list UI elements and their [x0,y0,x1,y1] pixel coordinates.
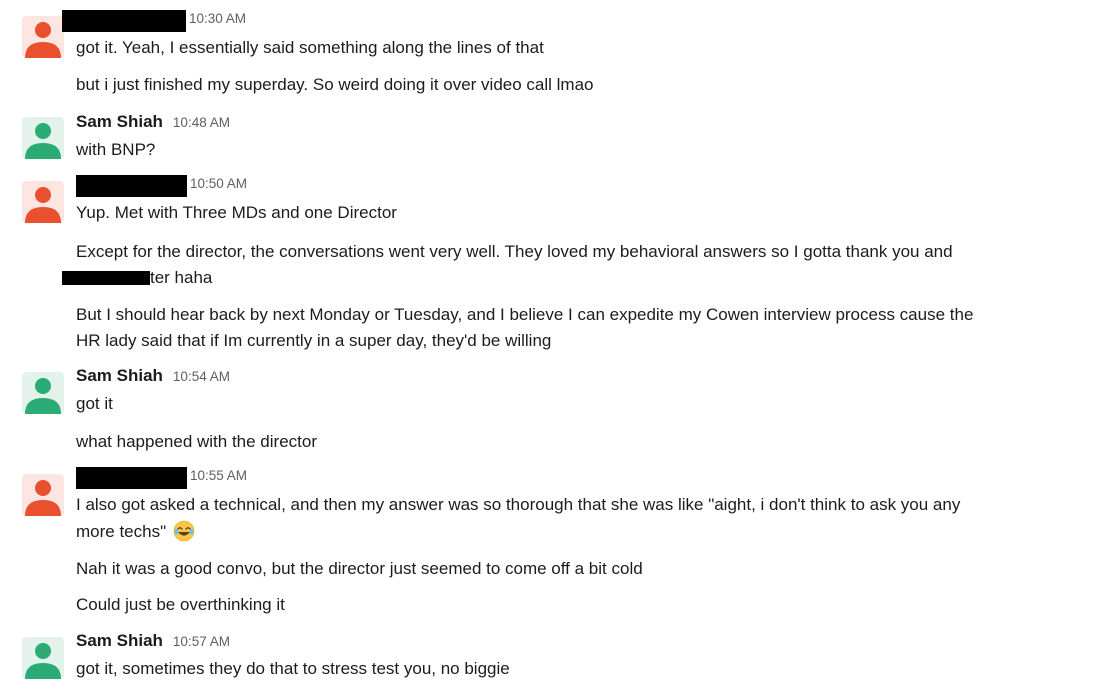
user-avatar-icon [25,480,61,516]
message-timestamp[interactable]: 10:48 AM [173,115,230,130]
author-name[interactable]: Sam Shiah [76,366,163,386]
message-timestamp[interactable]: 10:55 AM [190,468,247,483]
message-text-with-emoji: more techs" [76,519,1076,545]
message-timestamp[interactable]: 10:57 AM [173,634,230,649]
message-text: ter haha [150,268,213,287]
message-text: got it [76,394,113,413]
avatar[interactable] [22,474,64,516]
message-text: what happened with the director [76,432,317,451]
redacted-author-name [76,467,187,489]
message-text: Yup. Met with Three MDs and one Director [76,203,397,222]
author-name[interactable]: Sam Shiah [76,112,163,132]
message-text: got it, sometimes they do that to stress… [76,659,510,678]
avatar[interactable] [22,372,64,414]
redacted-name [62,271,150,285]
author-name[interactable]: Sam Shiah [76,631,163,651]
user-avatar-icon [25,643,61,679]
message-text: I also got asked a technical, and then m… [76,495,961,514]
redacted-author-name [76,175,187,197]
avatar[interactable] [22,16,64,58]
avatar[interactable] [22,117,64,159]
message-text: Except for the director, the conversatio… [76,242,953,261]
avatar[interactable] [22,637,64,679]
message-header: 10:55 AM [76,467,247,489]
message-text: But I should hear back by next Monday or… [76,305,974,324]
joy-emoji-icon [173,520,195,542]
user-avatar-icon [25,187,61,223]
message-timestamp[interactable]: 10:50 AM [190,176,247,191]
user-avatar-icon [25,22,61,58]
message-timestamp[interactable]: 10:30 AM [189,11,246,26]
message-header: 10:50 AM [76,175,247,197]
user-avatar-icon [25,378,61,414]
message-text: Nah it was a good convo, but the directo… [76,559,643,578]
message-header: Sam Shiah 10:54 AM [76,366,230,386]
message-text: HR lady said that if Im currently in a s… [76,331,552,350]
message-header: 10:30 AM [62,10,246,32]
user-avatar-icon [25,123,61,159]
message-text: but i just finished my superday. So weir… [76,75,594,94]
message-text: got it. Yeah, I essentially said somethi… [76,38,544,57]
message-text: more techs" [76,522,167,541]
message-text: Could just be overthinking it [76,595,285,614]
message-header: Sam Shiah 10:48 AM [76,112,230,132]
redacted-author-name [62,10,186,32]
avatar[interactable] [22,181,64,223]
message-text: with BNP? [76,140,156,159]
message-timestamp[interactable]: 10:54 AM [173,369,230,384]
message-header: Sam Shiah 10:57 AM [76,631,230,651]
